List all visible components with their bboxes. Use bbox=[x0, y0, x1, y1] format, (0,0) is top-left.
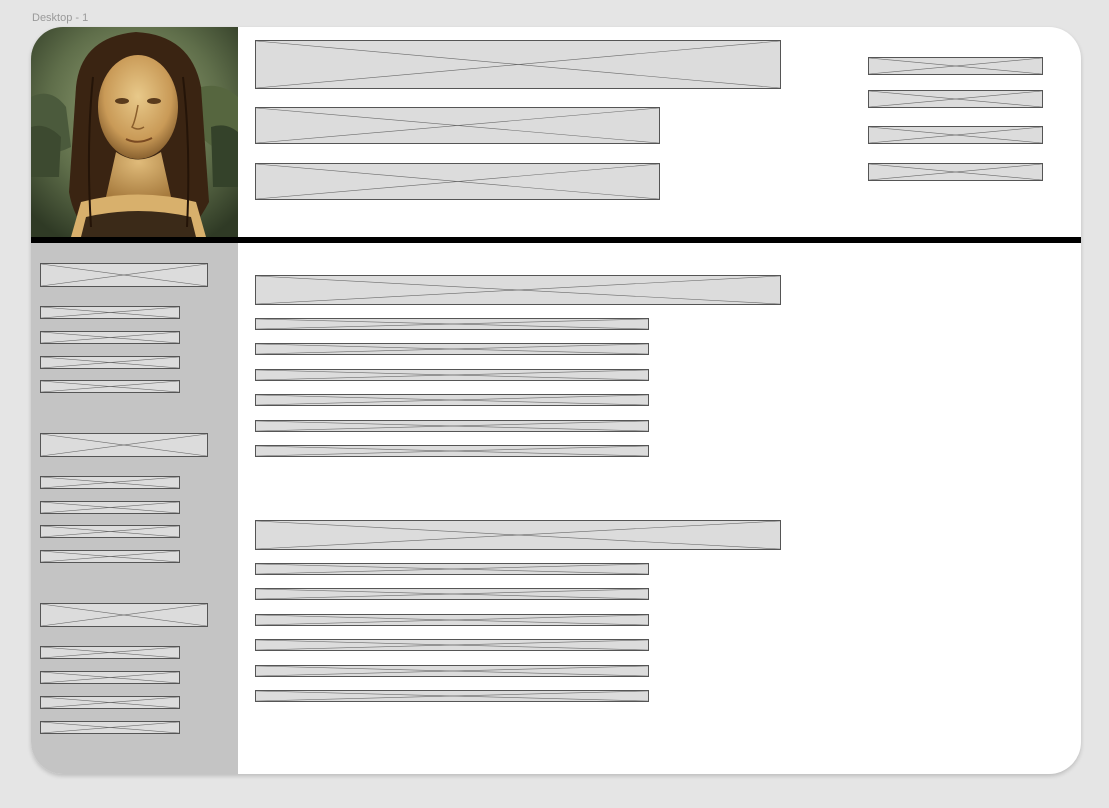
sidebar-item-placeholder[interactable] bbox=[40, 476, 180, 489]
sidebar-item-placeholder[interactable] bbox=[40, 646, 180, 659]
frame-label: Desktop - 1 bbox=[32, 12, 89, 24]
nav-link-placeholder[interactable] bbox=[868, 163, 1043, 181]
text-line-placeholder bbox=[255, 665, 649, 677]
sidebar-heading-placeholder bbox=[40, 433, 208, 457]
text-line-placeholder bbox=[255, 588, 649, 600]
sidebar-heading-placeholder bbox=[40, 263, 208, 287]
text-line-placeholder bbox=[255, 639, 649, 651]
sidebar-item-placeholder[interactable] bbox=[40, 721, 180, 734]
section-heading-placeholder bbox=[255, 275, 781, 305]
nav-link-placeholder[interactable] bbox=[868, 90, 1043, 108]
text-line-placeholder bbox=[255, 563, 649, 575]
header-subtitle-placeholder bbox=[255, 163, 660, 200]
sidebar-item-placeholder[interactable] bbox=[40, 380, 180, 393]
mona-lisa-icon bbox=[31, 27, 238, 237]
portrait-image bbox=[31, 27, 238, 237]
sidebar-heading-placeholder bbox=[40, 603, 208, 627]
sidebar-item-placeholder[interactable] bbox=[40, 525, 180, 538]
sidebar-item-placeholder[interactable] bbox=[40, 550, 180, 563]
sidebar-item-placeholder[interactable] bbox=[40, 306, 180, 319]
desktop-frame bbox=[31, 27, 1081, 774]
header-title-placeholder bbox=[255, 40, 781, 89]
sidebar-item-placeholder[interactable] bbox=[40, 671, 180, 684]
sidebar-item-placeholder[interactable] bbox=[40, 331, 180, 344]
text-line-placeholder bbox=[255, 690, 649, 702]
section-heading-placeholder bbox=[255, 520, 781, 550]
text-line-placeholder bbox=[255, 318, 649, 330]
text-line-placeholder bbox=[255, 394, 649, 406]
text-line-placeholder bbox=[255, 420, 649, 432]
nav-link-placeholder[interactable] bbox=[868, 126, 1043, 144]
sidebar-item-placeholder[interactable] bbox=[40, 696, 180, 709]
text-line-placeholder bbox=[255, 445, 649, 457]
sidebar-item-placeholder[interactable] bbox=[40, 501, 180, 514]
nav-link-placeholder[interactable] bbox=[868, 57, 1043, 75]
header-subtitle-placeholder bbox=[255, 107, 660, 144]
text-line-placeholder bbox=[255, 614, 649, 626]
text-line-placeholder bbox=[255, 369, 649, 381]
text-line-placeholder bbox=[255, 343, 649, 355]
sidebar-item-placeholder[interactable] bbox=[40, 356, 180, 369]
